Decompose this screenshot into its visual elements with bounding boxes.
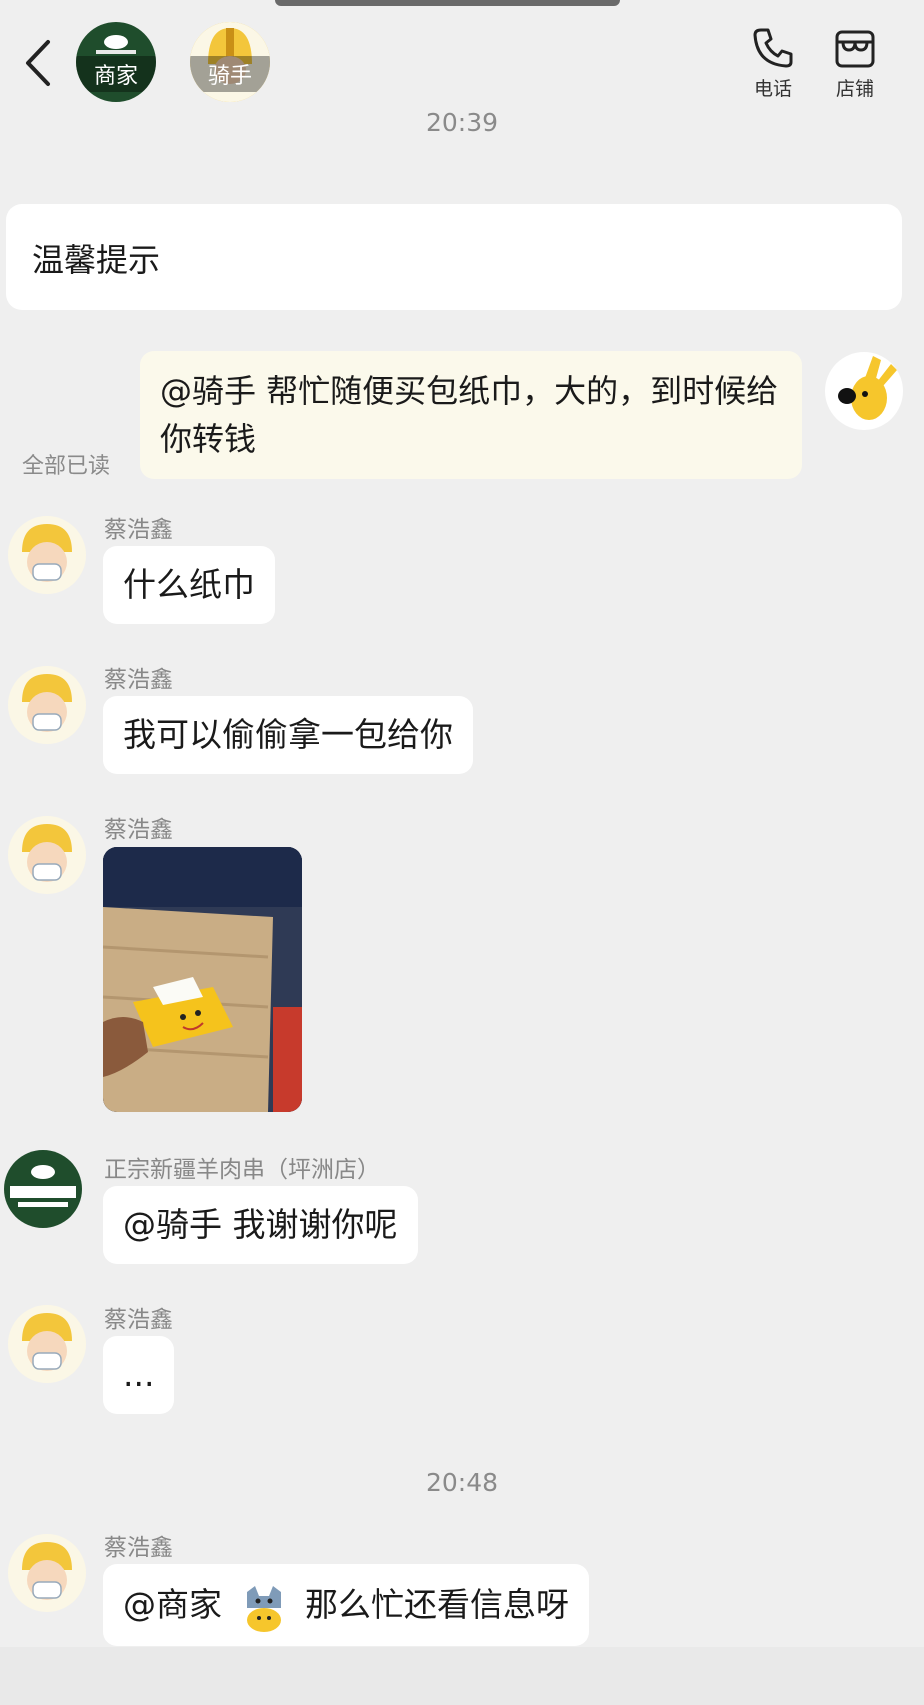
sender-avatar[interactable] — [8, 516, 86, 594]
sender-name: 蔡浩鑫 — [104, 1535, 173, 1561]
phone-icon — [753, 28, 793, 68]
timestamp: 20:39 — [425, 108, 499, 137]
duck-sticker-icon — [838, 356, 897, 420]
tissue-box-photo-icon — [103, 847, 302, 1112]
sender-name: 蔡浩鑫 — [104, 817, 173, 843]
merchant-sender-avatar[interactable] — [4, 1150, 82, 1228]
self-message-bubble[interactable]: @骑手 帮忙随便买包纸巾，大的，到时候给你转钱 — [140, 351, 802, 479]
sender-name: 蔡浩鑫 — [104, 517, 173, 543]
sender-avatar[interactable] — [8, 1305, 86, 1383]
merchant-avatar[interactable]: 商家 — [76, 22, 156, 102]
sender-avatar[interactable] — [8, 816, 86, 894]
sender-avatar[interactable] — [8, 1534, 86, 1612]
rider-avatar-label: 骑手 — [190, 56, 270, 92]
cat-emoji-icon — [246, 1585, 281, 1632]
chevron-left-icon — [26, 40, 50, 86]
image-message[interactable] — [103, 847, 302, 1112]
sender-avatar[interactable] — [8, 666, 86, 744]
rider-face-icon — [22, 1542, 72, 1600]
store-label: 店铺 — [835, 78, 874, 100]
message-bubble[interactable]: @骑手 我谢谢你呢 — [103, 1186, 418, 1264]
store-icon — [835, 30, 875, 68]
sender-name: 蔡浩鑫 — [104, 667, 173, 693]
rider-face-icon — [22, 524, 72, 582]
rider-face-icon — [22, 1313, 72, 1371]
phone-label: 电话 — [753, 78, 792, 100]
merchant-avatar-label: 商家 — [76, 56, 156, 92]
status-bar-notch — [275, 0, 620, 6]
back-button[interactable] — [22, 36, 56, 90]
message-text: 那么忙还看信息呀 — [305, 1585, 569, 1624]
message-bubble[interactable]: ... — [103, 1336, 175, 1414]
message-text: 什么纸巾 — [123, 565, 255, 604]
rider-face-icon — [22, 824, 72, 882]
phone-button[interactable]: 电话 — [738, 26, 808, 101]
message-bubble[interactable]: 什么纸巾 — [103, 546, 275, 624]
rider-face-icon — [22, 674, 72, 732]
self-avatar[interactable] — [825, 352, 903, 430]
message-bubble[interactable]: 我可以偷偷拿一包给你 — [103, 696, 473, 774]
self-message-text: @骑手 帮忙随便买包纸巾，大的，到时候给你转钱 — [160, 372, 779, 458]
mention-text: @商家 — [123, 1585, 222, 1624]
notice-title: 温馨提示 — [32, 241, 161, 279]
rider-avatar[interactable]: 骑手 — [190, 22, 270, 102]
message-text: ... — [123, 1355, 155, 1394]
notice-card[interactable]: 温馨提示 — [6, 204, 902, 310]
timestamp: 20:48 — [425, 1468, 499, 1497]
input-bar[interactable] — [0, 1647, 924, 1705]
message-text: @骑手 我谢谢你呢 — [123, 1205, 398, 1244]
store-button[interactable]: 店铺 — [820, 26, 890, 101]
read-status: 全部已读 — [22, 454, 111, 479]
message-bubble[interactable]: @商家 那么忙还看信息呀 — [103, 1564, 589, 1646]
message-text: 我可以偷偷拿一包给你 — [123, 715, 453, 754]
merchant-logo-icon — [10, 1165, 76, 1207]
sender-name: 蔡浩鑫 — [104, 1307, 173, 1333]
sender-name: 正宗新疆羊肉串（坪洲店） — [104, 1157, 380, 1183]
